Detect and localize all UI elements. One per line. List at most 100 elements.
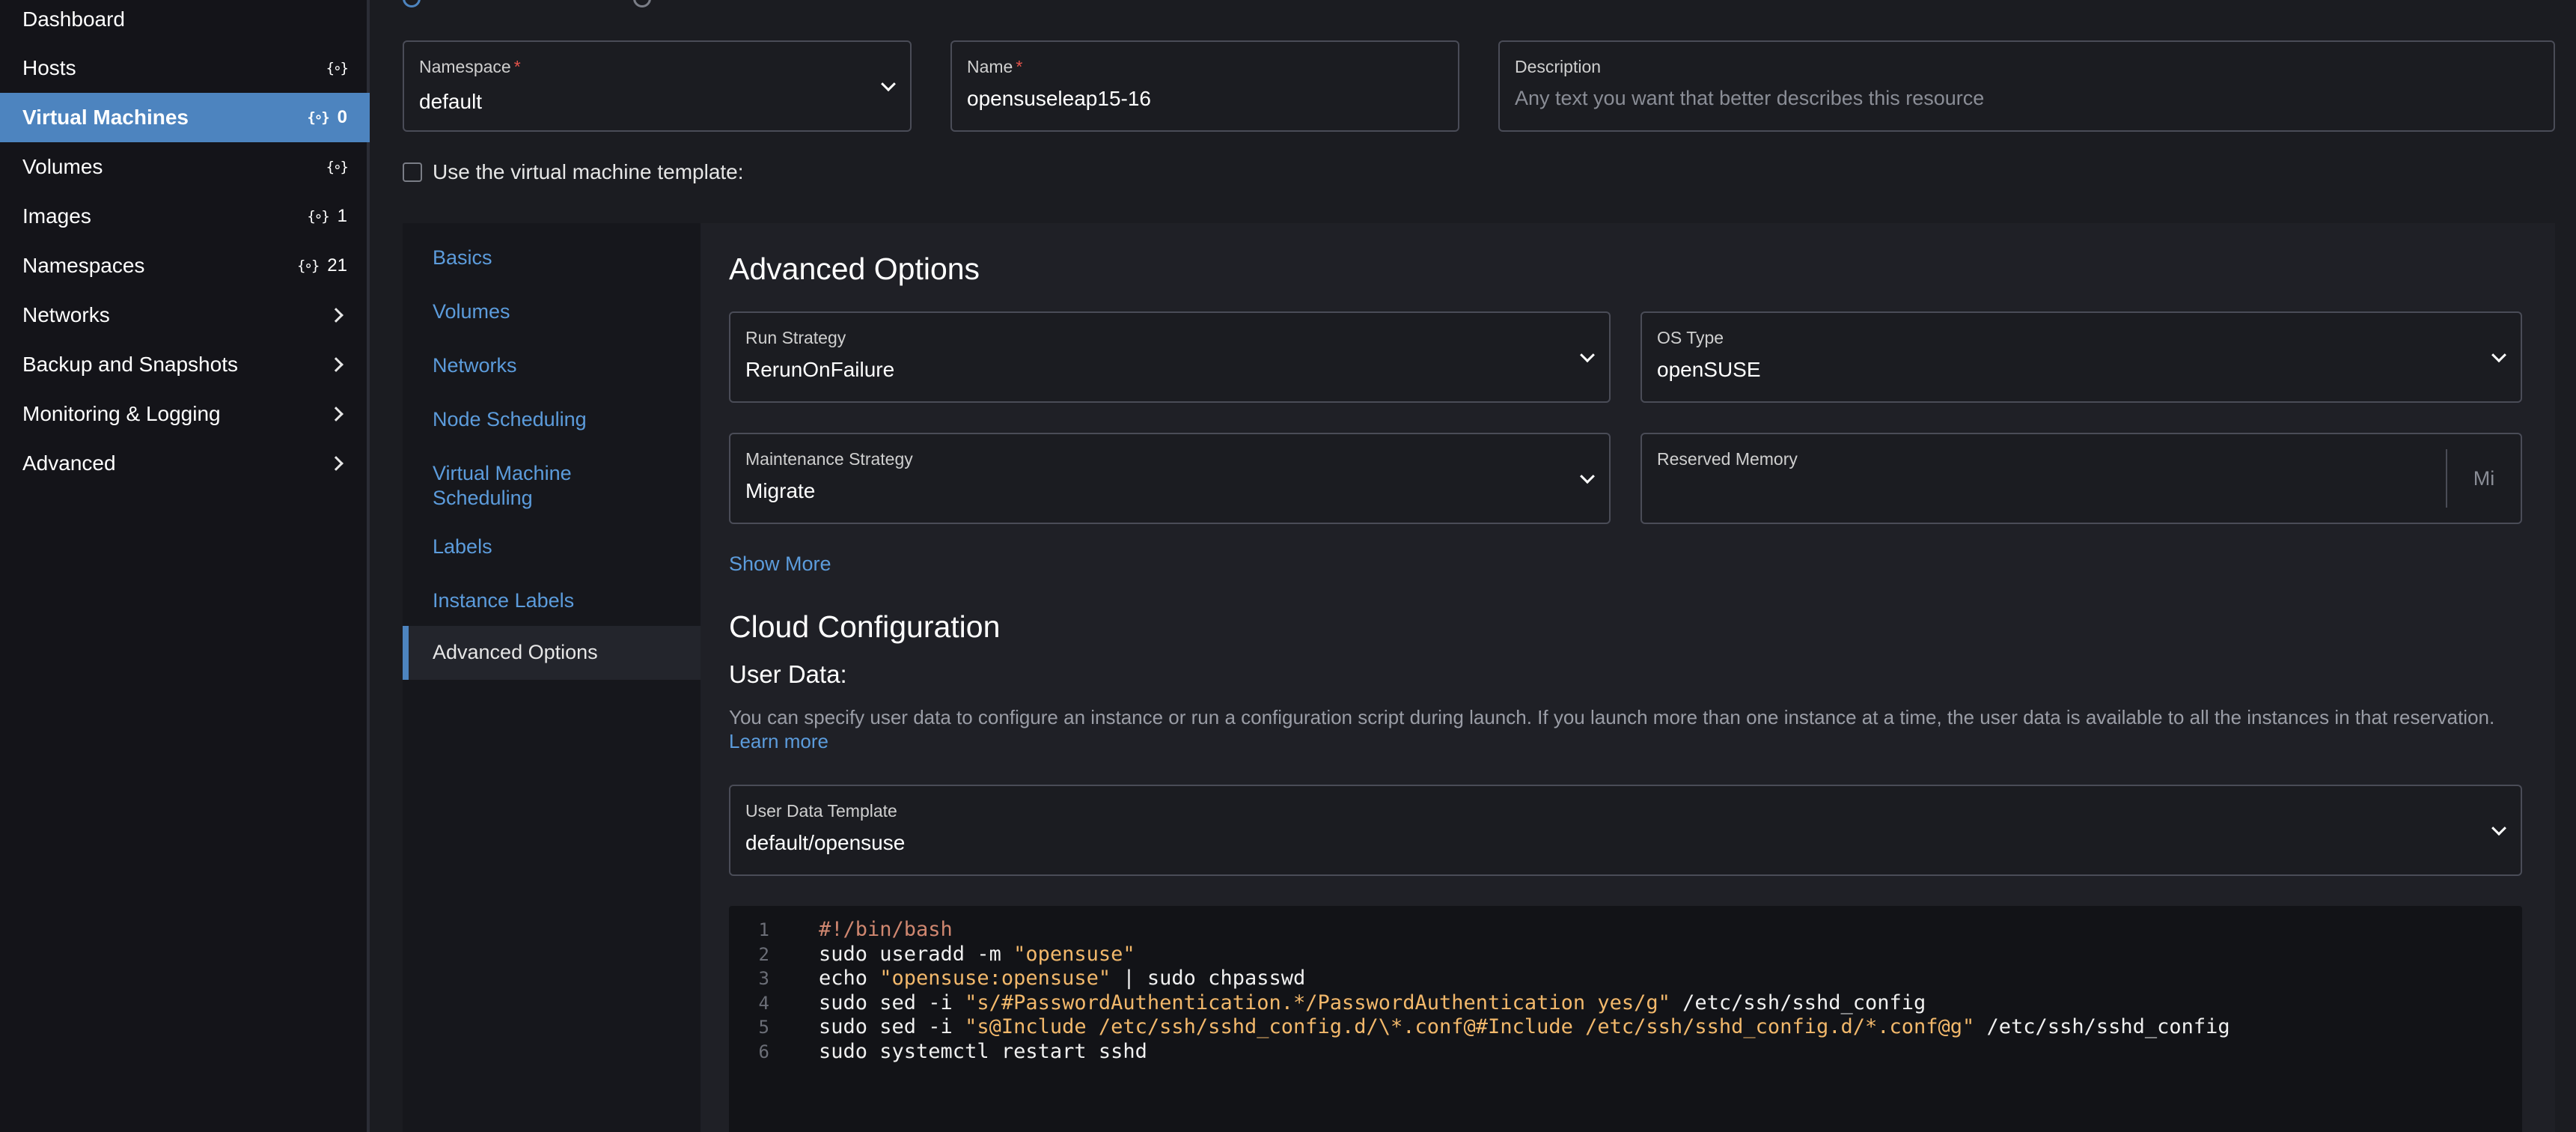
chevron-right-icon [329,456,344,471]
code-text: sudo sed -i "s/#PasswordAuthentication.*… [819,990,1926,1014]
description-field[interactable]: Description Any text you want that bette… [1498,40,2555,132]
sidebar-item-label: Dashboard [22,7,125,31]
resource-count: 1 [337,206,347,226]
resource-icon: {∘} [326,60,349,76]
code-line: 1 #!/bin/bash [729,918,2522,943]
chevron-right-icon [329,308,344,323]
resource-badge: {∘} [326,159,349,175]
tab-networks[interactable]: Networks [403,346,701,386]
resource-count: 0 [337,107,347,127]
user-data-template-label: User Data Template [745,801,897,821]
chevron-down-icon [2491,347,2506,363]
required-mark: * [513,57,521,76]
resource-icon: {∘} [296,258,320,274]
namespace-select[interactable]: Namespace * default [403,40,912,132]
name-label: Name * [967,57,1022,77]
sidebar-item-hosts[interactable]: Hosts {∘} [0,43,370,93]
tab-virtual-machine-scheduling[interactable]: Virtual Machine Scheduling [403,454,701,518]
code-line: 5 sudo sed -i "s@Include /etc/ssh/sshd_co… [729,1015,2522,1040]
code-text: #!/bin/bash [819,918,953,941]
sidebar-item-label: Namespaces [22,254,145,277]
user-data-code-editor[interactable]: 1 #!/bin/bash 2 sudo useradd -m "opensuse" 3… [729,906,2522,1132]
required-mark: * [1016,57,1023,76]
maintenance-strategy-value: Migrate [745,479,816,502]
sidebar-item-namespaces[interactable]: Namespaces {∘} 21 [0,241,370,290]
resource-badge: {∘} 21 [297,255,347,276]
run-strategy-select[interactable]: Run Strategy RerunOnFailure [729,311,1611,403]
sidebar-item-label: Networks [22,303,110,326]
use-template-label: Use the virtual machine template: [433,160,744,183]
tabs-panel: Basics Volumes Networks Node Scheduling Virt… [403,223,2555,1132]
maintenance-strategy-select[interactable]: Maintenance Strategy Migrate [729,433,1611,524]
name-field[interactable]: Name * opensuseleap15-16 [950,40,1459,132]
sidebar: Dashboard Hosts {∘} Virtual Machines {∘} 0 Vol… [0,0,370,1132]
os-type-select[interactable]: OS Type openSUSE [1640,311,2522,403]
chevron-down-icon [881,76,896,92]
sidebar-item-label: Backup and Snapshots [22,353,238,376]
resource-icon: {∘} [307,208,329,225]
tab-node-scheduling[interactable]: Node Scheduling [403,400,701,440]
namespace-label-text: Namespace [419,57,511,76]
use-template-checkbox[interactable] [403,162,422,182]
tab-advanced-options[interactable]: Advanced Options [403,626,701,680]
reserved-memory-field[interactable]: Reserved Memory Mi [1640,433,2522,524]
radio-single-instance[interactable] [403,0,421,7]
user-data-template-value: default/opensuse [745,831,906,854]
name-value: opensuseleap15-16 [967,87,1151,110]
run-strategy-label: Run Strategy [745,328,846,347]
resource-icon: {∘} [326,159,349,175]
user-data-title: User Data: [729,660,847,688]
radio-multiple-instance[interactable] [633,0,651,7]
sidebar-item-advanced[interactable]: Advanced [0,439,370,488]
description-label: Description [1515,57,1602,76]
code-line: 4 sudo sed -i "s/#PasswordAuthentication.… [729,991,2522,1016]
tab-volumes[interactable]: Volumes [403,292,701,332]
maintenance-strategy-label: Maintenance Strategy [745,449,913,469]
use-template-row[interactable]: Use the virtual machine template: [403,160,744,184]
sidebar-item-label: Images [22,204,91,228]
line-number: 4 [758,992,769,1014]
line-number: 3 [758,968,769,989]
chevron-right-icon [329,357,344,372]
chevron-right-icon [329,407,344,422]
chevron-down-icon [1580,347,1595,363]
user-data-template-select[interactable]: User Data Template default/opensuse [729,785,2522,876]
sidebar-item-label: Monitoring & Logging [22,402,221,425]
user-data-help-text: You can specify user data to configure a… [729,705,2525,753]
os-type-value: openSUSE [1657,358,1761,381]
code-text: sudo systemctl restart sshd [819,1039,1147,1063]
tab-basics[interactable]: Basics [403,238,701,279]
line-number: 1 [758,919,769,940]
run-strategy-value: RerunOnFailure [745,358,895,381]
sidebar-item-virtual-machines[interactable]: Virtual Machines {∘} 0 [0,93,370,142]
namespace-label: Namespace * [419,57,521,77]
namespace-value: default [419,90,483,113]
advanced-options-panel: Advanced Options Run Strategy RerunOnFai… [701,223,2555,1132]
tab-labels[interactable]: Labels [403,527,701,567]
resource-badge: {∘} [326,60,349,76]
sidebar-item-label: Volumes [22,155,103,178]
tab-instance-labels[interactable]: Instance Labels [403,581,701,621]
code-line: 2 sudo useradd -m "opensuse" [729,943,2522,967]
resource-count: 21 [327,255,347,276]
sidebar-item-label: Virtual Machines [22,106,189,129]
sidebar-item-images[interactable]: Images {∘} 1 [0,192,370,241]
show-more-link[interactable]: Show More [729,553,831,576]
line-number: 6 [758,1041,769,1062]
chevron-down-icon [1580,469,1595,484]
code-text: sudo sed -i "s@Include /etc/ssh/sshd_con… [819,1015,2230,1038]
chevron-down-icon [2491,821,2506,836]
advanced-options-title: Advanced Options [729,252,980,286]
resource-badge: {∘} 1 [307,206,347,227]
sidebar-item-volumes[interactable]: Volumes {∘} [0,142,370,192]
code-text: echo "opensuse:opensuse" | sudo chpasswd [819,967,1306,990]
sidebar-item-backup-and-snapshots[interactable]: Backup and Snapshots [0,340,370,389]
sidebar-item-monitoring-logging[interactable]: Monitoring & Logging [0,389,370,439]
sidebar-item-label: Hosts [22,56,76,79]
reserved-memory-unit: Mi [2446,449,2521,508]
sidebar-item-networks[interactable]: Networks [0,290,370,340]
sidebar-item-label: Advanced [22,451,116,475]
cloud-configuration-title: Cloud Configuration [729,609,1001,644]
sidebar-item-dashboard[interactable]: Dashboard [0,0,370,44]
learn-more-link[interactable]: Learn more [729,730,828,752]
